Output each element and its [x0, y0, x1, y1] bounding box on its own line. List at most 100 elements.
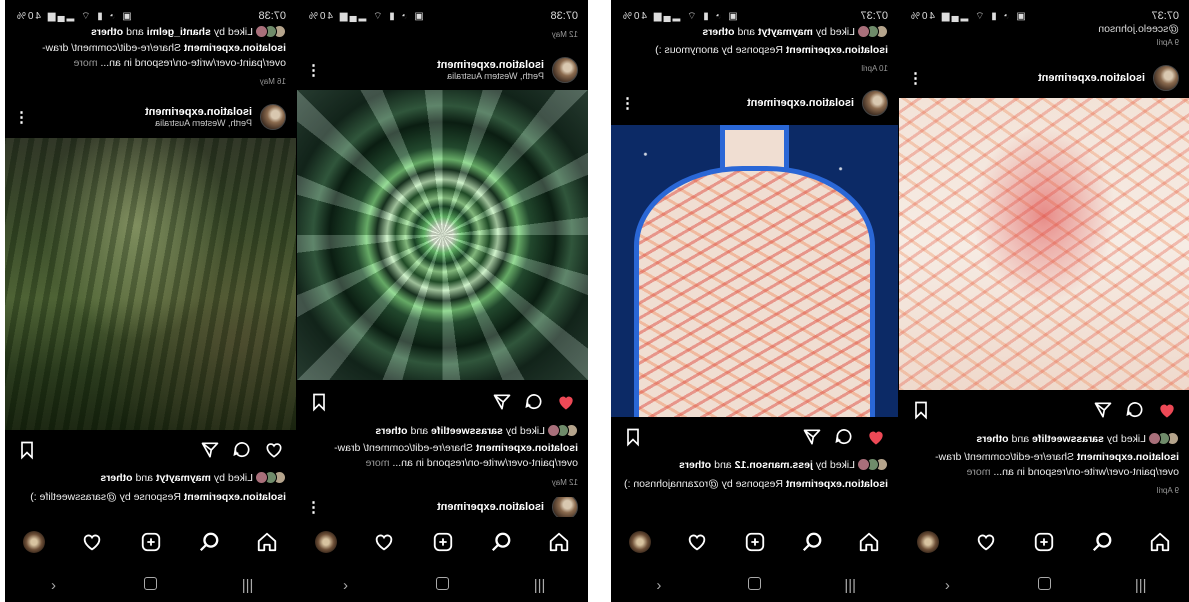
likes-user[interactable]: jess.manson.12 [735, 459, 813, 471]
likes-others[interactable]: others [976, 433, 1008, 445]
status-time: 07:37 [1151, 10, 1179, 22]
liker-avatars [255, 25, 286, 38]
search-icon[interactable] [487, 528, 515, 556]
post-image[interactable] [5, 138, 296, 430]
caption-more-link[interactable]: more [967, 466, 991, 478]
share-icon[interactable] [198, 438, 222, 462]
avatar[interactable] [552, 497, 578, 517]
caption-username[interactable]: isolation.experiment [476, 442, 578, 454]
more-options-icon[interactable]: ⋮ [307, 498, 321, 516]
activity-icon[interactable] [78, 528, 106, 556]
caption-username[interactable]: isolation.experiment [786, 44, 888, 56]
likes-summary[interactable]: Liked by maymaytyt and others [15, 471, 286, 484]
post-image[interactable] [297, 90, 588, 380]
search-icon[interactable] [1088, 528, 1116, 556]
avatar[interactable] [552, 57, 578, 83]
share-icon[interactable] [490, 390, 514, 414]
comment-icon[interactable] [522, 390, 546, 414]
home-button-icon[interactable] [737, 576, 773, 594]
home-icon[interactable] [253, 528, 281, 556]
previous-likes-summary[interactable]: Liked by maymaytyt and others [621, 25, 888, 38]
back-icon[interactable]: ‹ [328, 577, 364, 594]
post-username[interactable]: isolation.experiment [29, 106, 252, 118]
comment-icon[interactable] [230, 438, 254, 462]
likes-user[interactable]: shanti_gelmi [147, 26, 211, 38]
heart-icon[interactable] [864, 425, 888, 449]
post-image[interactable] [899, 98, 1189, 390]
home-icon[interactable] [545, 528, 573, 556]
likes-summary[interactable]: Liked by sarassweetlife and others [909, 432, 1179, 445]
post-username[interactable]: isolation.experiment [321, 59, 544, 71]
more-options-icon[interactable]: ⋮ [306, 61, 321, 79]
comment-icon[interactable] [1123, 398, 1147, 422]
caption-username[interactable]: isolation.experiment [184, 491, 286, 503]
activity-icon[interactable] [683, 528, 711, 556]
activity-icon[interactable] [370, 528, 398, 556]
recent-apps-icon[interactable]: ||| [1123, 577, 1159, 594]
avatar[interactable] [1153, 65, 1179, 91]
caption-more-link[interactable]: more [74, 57, 98, 69]
search-icon[interactable] [195, 528, 223, 556]
add-icon[interactable] [1030, 528, 1058, 556]
likes-summary[interactable]: Liked by sarassweetlife and others [307, 424, 578, 437]
heart-icon[interactable] [262, 438, 286, 462]
profile-tab[interactable] [312, 528, 340, 556]
profile-avatar [315, 531, 338, 553]
profile-tab[interactable] [626, 528, 654, 556]
avatar[interactable] [862, 90, 888, 116]
comment-icon[interactable] [832, 425, 856, 449]
home-button-icon[interactable] [425, 576, 461, 594]
post-location[interactable]: Perth, Western Australia [29, 118, 252, 128]
likes-user[interactable]: sarassweetlife [1032, 433, 1104, 445]
recent-apps-icon[interactable]: ||| [230, 577, 266, 594]
bookmark-icon[interactable] [909, 398, 933, 422]
back-icon[interactable]: ‹ [36, 577, 72, 594]
post-username[interactable]: isolation.experiment [923, 72, 1145, 84]
previous-likes-summary[interactable]: Liked by shanti_gelmi and others [15, 25, 286, 38]
home-button-icon[interactable] [133, 576, 169, 594]
home-icon[interactable] [855, 528, 883, 556]
caption-username[interactable]: isolation.experiment [1077, 451, 1179, 463]
add-icon[interactable] [429, 528, 457, 556]
likes-user[interactable]: maymaytyt [156, 472, 211, 484]
likes-others[interactable]: others [679, 459, 711, 471]
back-icon[interactable]: ‹ [929, 577, 965, 594]
share-icon[interactable] [800, 425, 824, 449]
recent-apps-icon[interactable]: ||| [832, 577, 868, 594]
share-icon[interactable] [1091, 398, 1115, 422]
post-location[interactable]: Perth, Western Australia [321, 71, 544, 81]
profile-tab[interactable] [914, 528, 942, 556]
more-options-icon[interactable]: ⋮ [908, 69, 923, 87]
heart-icon[interactable] [1155, 398, 1179, 422]
likes-summary[interactable]: Liked by jess.manson.12 and others [621, 458, 888, 471]
post-username[interactable]: isolation.experiment [635, 97, 854, 109]
likes-user[interactable]: maymaytyt [758, 26, 813, 38]
home-button-icon[interactable] [1026, 576, 1062, 594]
bookmark-icon[interactable] [307, 390, 331, 414]
heart-icon[interactable] [554, 390, 578, 414]
likes-others[interactable]: others [91, 26, 123, 38]
back-icon[interactable]: ‹ [641, 577, 677, 594]
likes-others[interactable]: others [100, 472, 132, 484]
bookmark-icon[interactable] [15, 438, 39, 462]
add-icon[interactable] [137, 528, 165, 556]
caption-username[interactable]: isolation.experiment [786, 478, 888, 490]
bookmark-icon[interactable] [621, 425, 645, 449]
avatar[interactable] [260, 104, 286, 130]
recent-apps-icon[interactable]: ||| [522, 577, 558, 594]
more-options-icon[interactable]: ⋮ [14, 108, 29, 126]
more-options-icon[interactable]: ⋮ [620, 94, 635, 112]
likes-others[interactable]: others [375, 425, 407, 437]
next-post-username[interactable]: isolation.experiment [321, 501, 544, 513]
profile-tab[interactable] [20, 528, 48, 556]
caption-username[interactable]: isolation.experiment [184, 42, 286, 54]
caption-more-link[interactable]: more [366, 457, 390, 469]
likes-others[interactable]: others [702, 26, 734, 38]
activity-icon[interactable] [972, 528, 1000, 556]
status-time: 07:37 [860, 10, 888, 22]
add-icon[interactable] [741, 528, 769, 556]
home-icon[interactable] [1146, 528, 1174, 556]
post-image[interactable] [611, 125, 898, 417]
likes-user[interactable]: sarassweetlife [431, 425, 503, 437]
search-icon[interactable] [798, 528, 826, 556]
